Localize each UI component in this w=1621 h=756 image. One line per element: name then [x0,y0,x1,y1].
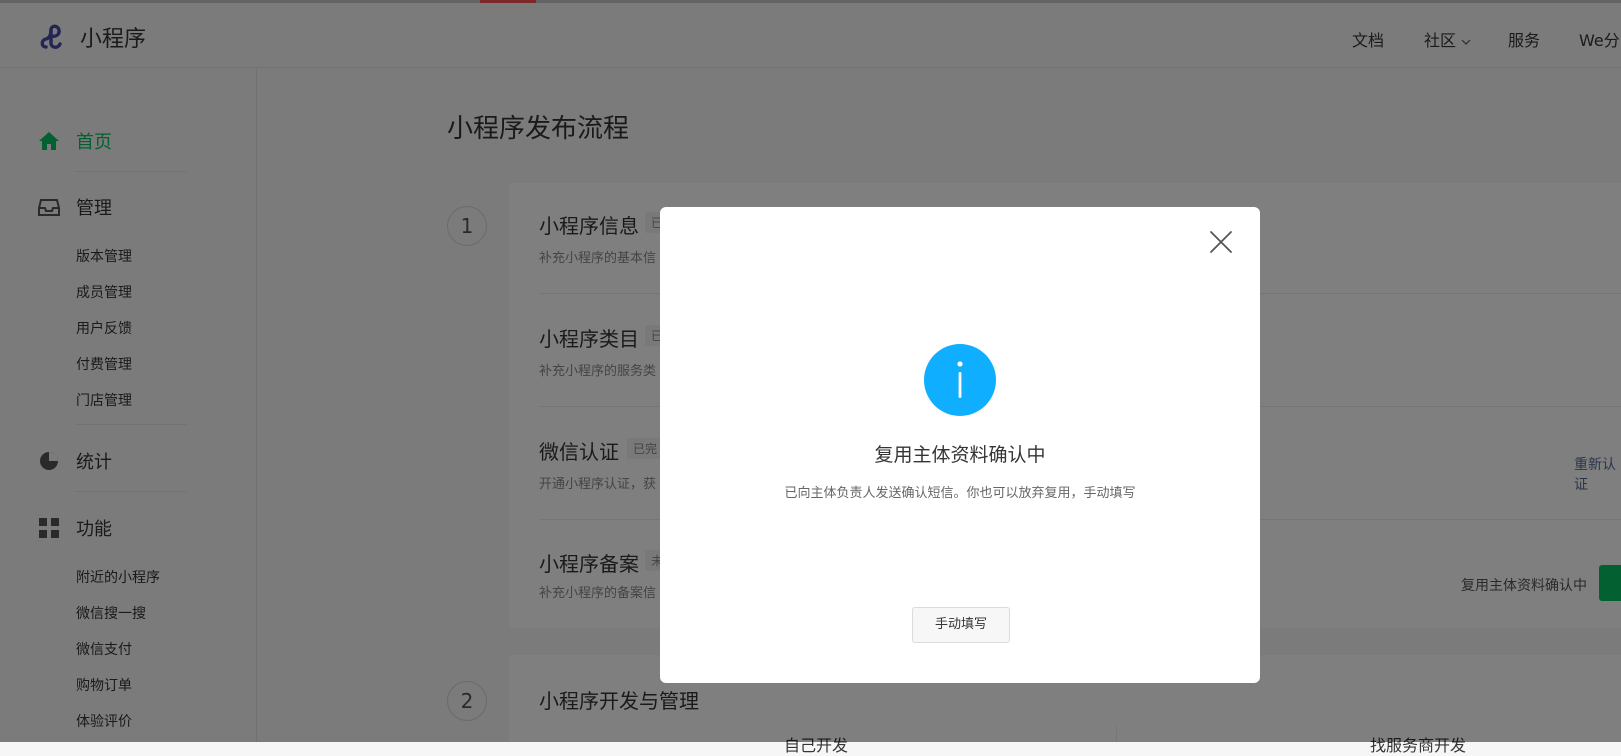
info-icon [924,344,996,416]
dialog-description: 已向主体负责人发送确认短信。你也可以放弃复用，手动填写 [784,486,1136,501]
confirm-dialog: 复用主体资料确认中 已向主体负责人发送确认短信。你也可以放弃复用，手动填写 手动… [660,207,1260,683]
dialog-title: 复用主体资料确认中 [874,444,1046,466]
close-icon[interactable] [1206,227,1236,257]
manual-fill-button[interactable]: 手动填写 [912,607,1010,643]
